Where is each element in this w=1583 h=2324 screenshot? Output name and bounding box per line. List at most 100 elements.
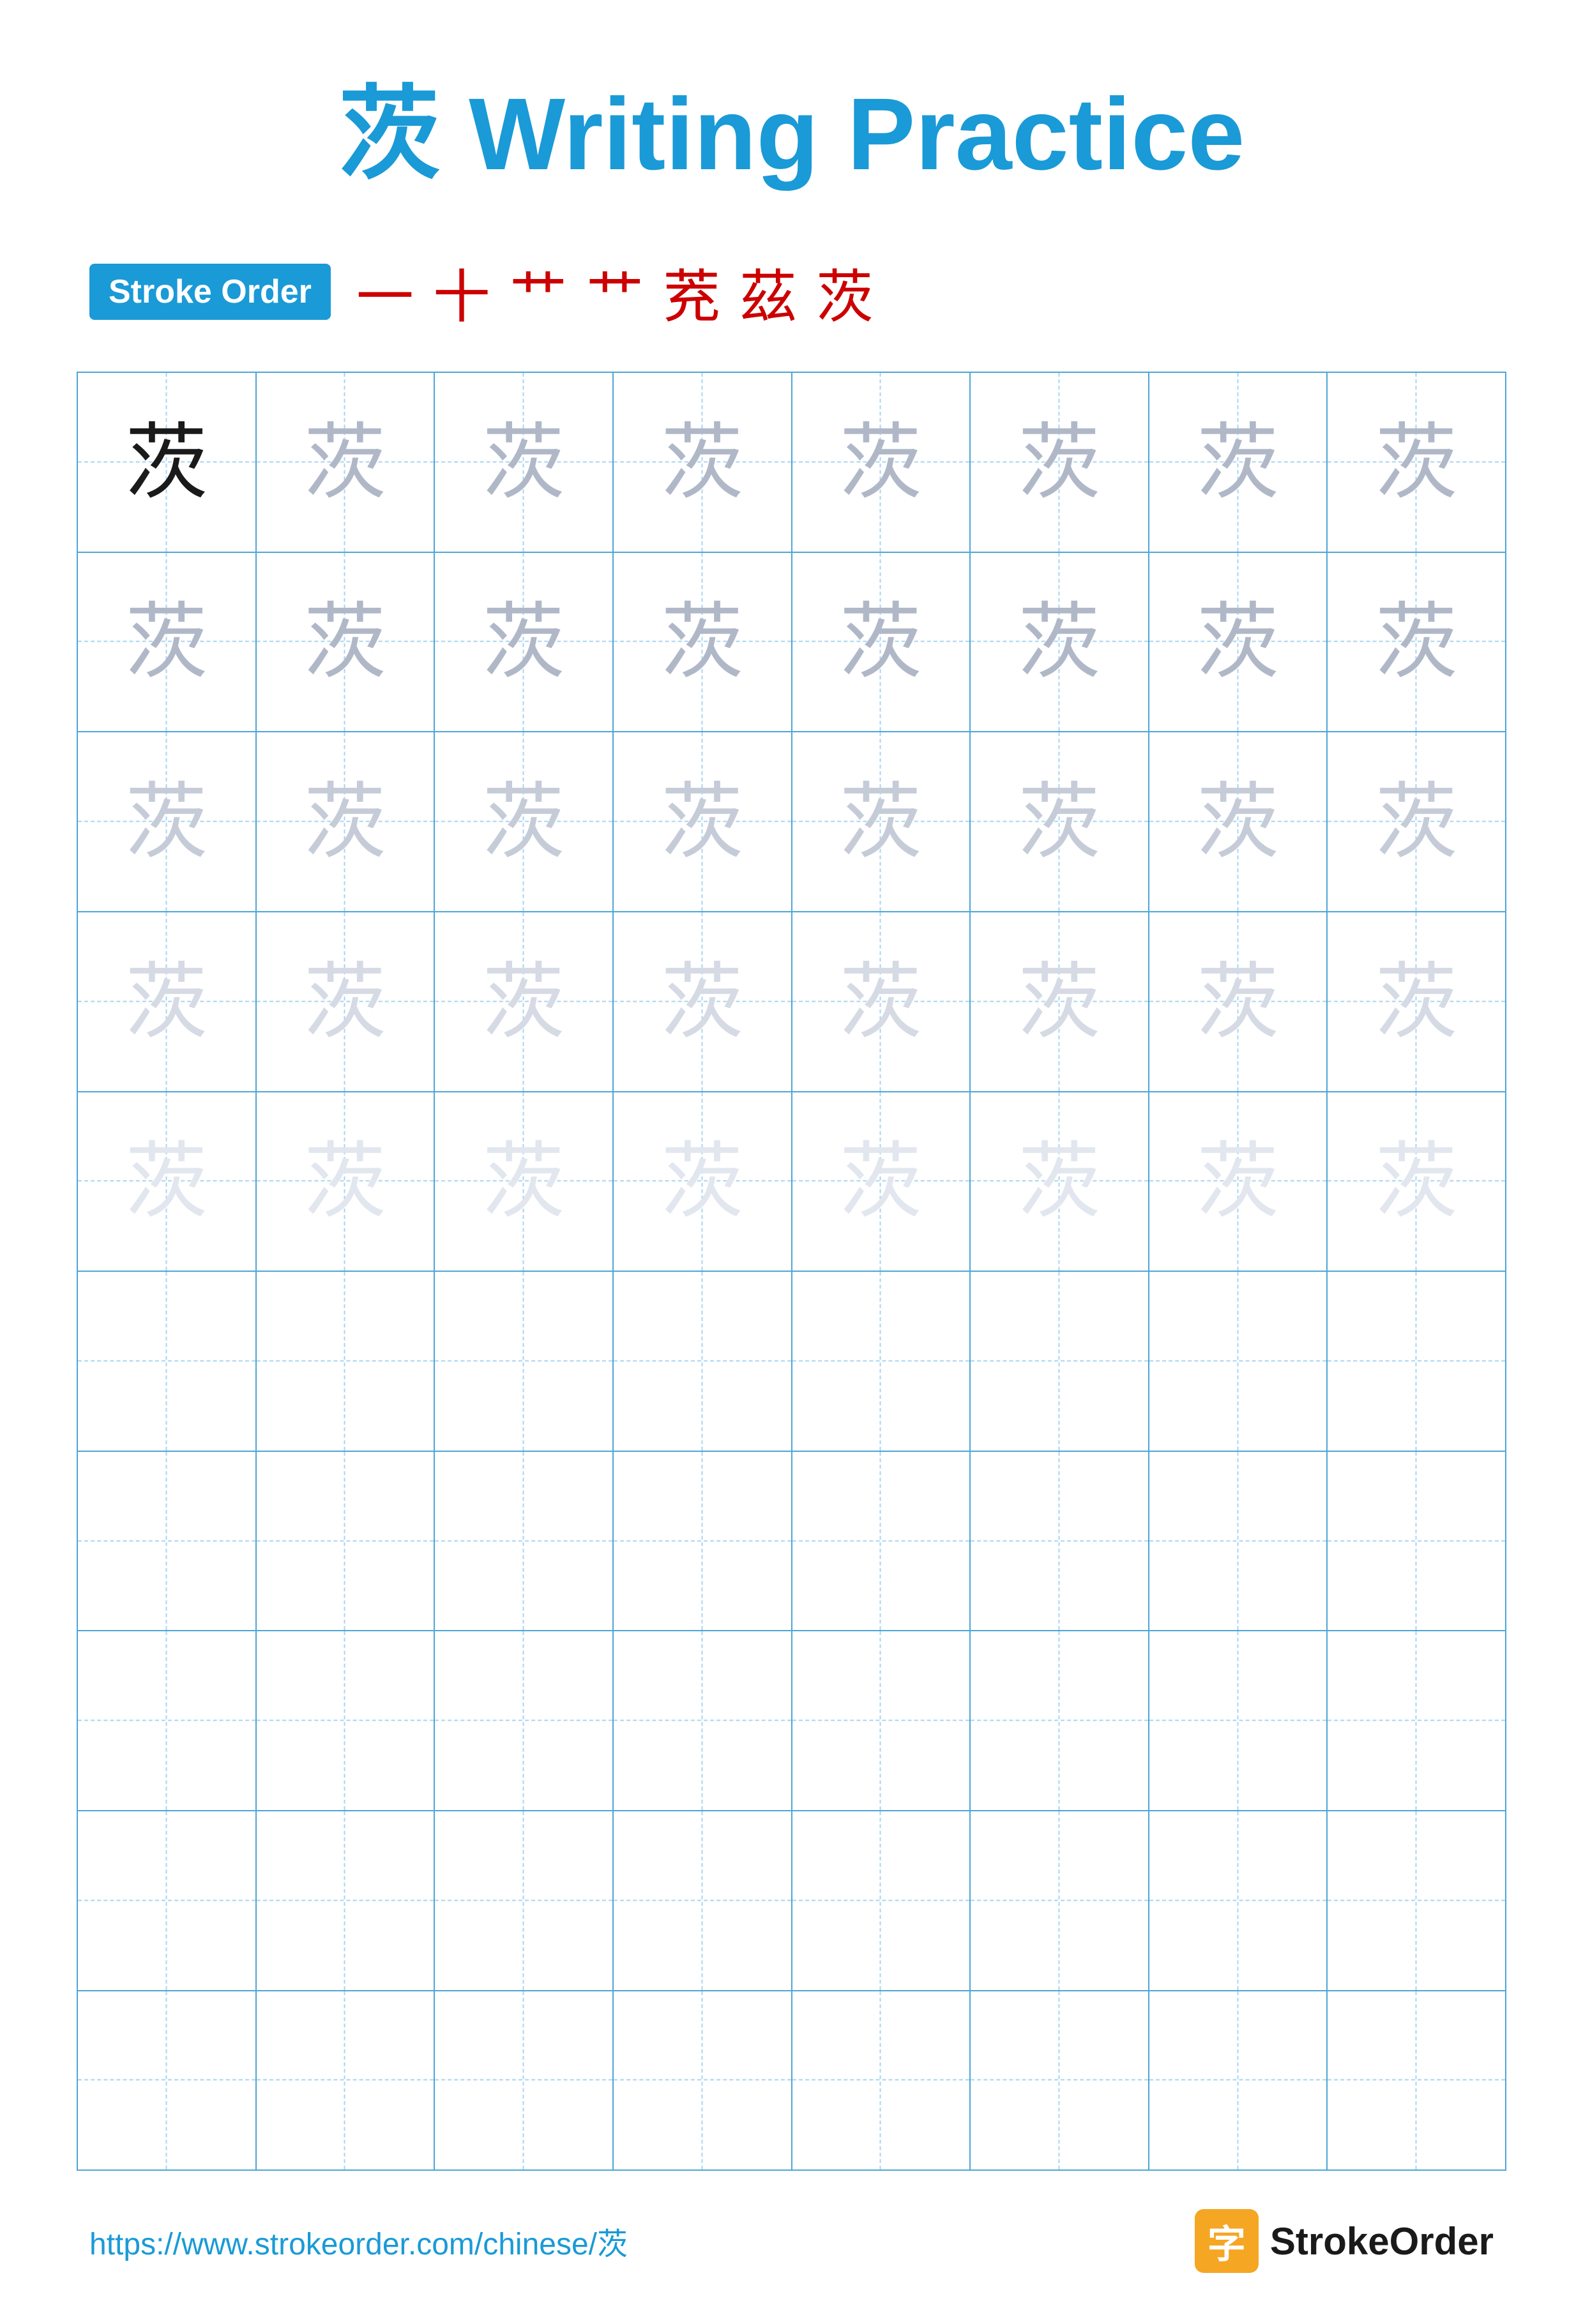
cell-6-2[interactable] bbox=[257, 1272, 436, 1451]
cell-9-2[interactable] bbox=[257, 1811, 436, 1990]
stroke-order-section: Stroke Order 一 十 艹 艹 茺 茲 茨 bbox=[77, 250, 1506, 333]
cell-4-5[interactable]: 茨 bbox=[792, 912, 971, 1091]
cell-3-7[interactable]: 茨 bbox=[1149, 732, 1328, 911]
cell-1-6[interactable]: 茨 bbox=[971, 373, 1149, 552]
cell-2-8[interactable]: 茨 bbox=[1328, 553, 1505, 732]
char-display: 茨 bbox=[482, 960, 565, 1043]
cell-1-8[interactable]: 茨 bbox=[1328, 373, 1505, 552]
cell-6-6[interactable] bbox=[971, 1272, 1149, 1451]
cell-3-1[interactable]: 茨 bbox=[78, 732, 257, 911]
stroke-1: 一 bbox=[356, 250, 414, 333]
cell-5-5[interactable]: 茨 bbox=[792, 1092, 971, 1271]
char-display: 茨 bbox=[125, 780, 208, 863]
cell-7-3[interactable] bbox=[435, 1452, 614, 1631]
cell-10-3[interactable] bbox=[435, 1991, 614, 2170]
cell-4-4[interactable]: 茨 bbox=[614, 912, 792, 1091]
cell-7-2[interactable] bbox=[257, 1452, 436, 1631]
cell-3-8[interactable]: 茨 bbox=[1328, 732, 1505, 911]
cell-10-6[interactable] bbox=[971, 1991, 1149, 2170]
cell-2-6[interactable]: 茨 bbox=[971, 553, 1149, 732]
cell-2-2[interactable]: 茨 bbox=[257, 553, 436, 732]
cell-8-7[interactable] bbox=[1149, 1631, 1328, 1810]
cell-4-6[interactable]: 茨 bbox=[971, 912, 1149, 1091]
cell-7-4[interactable] bbox=[614, 1452, 792, 1631]
cell-1-4[interactable]: 茨 bbox=[614, 373, 792, 552]
cell-9-1[interactable] bbox=[78, 1811, 257, 1990]
cell-6-4[interactable] bbox=[614, 1272, 792, 1451]
cell-8-2[interactable] bbox=[257, 1631, 436, 1810]
cell-6-7[interactable] bbox=[1149, 1272, 1328, 1451]
cell-6-8[interactable] bbox=[1328, 1272, 1505, 1451]
stroke-4: 艹 bbox=[586, 250, 644, 333]
char-display: 茨 bbox=[482, 1140, 565, 1223]
cell-10-8[interactable] bbox=[1328, 1991, 1505, 2170]
cell-3-2[interactable]: 茨 bbox=[257, 732, 436, 911]
cell-4-1[interactable]: 茨 bbox=[78, 912, 257, 1091]
cell-4-7[interactable]: 茨 bbox=[1149, 912, 1328, 1091]
cell-7-1[interactable] bbox=[78, 1452, 257, 1631]
cell-7-7[interactable] bbox=[1149, 1452, 1328, 1631]
cell-3-4[interactable]: 茨 bbox=[614, 732, 792, 911]
char-display: 茨 bbox=[125, 600, 208, 683]
cell-6-5[interactable] bbox=[792, 1272, 971, 1451]
cell-2-7[interactable]: 茨 bbox=[1149, 553, 1328, 732]
cell-5-8[interactable]: 茨 bbox=[1328, 1092, 1505, 1271]
cell-1-1[interactable]: 茨 bbox=[78, 373, 257, 552]
cell-9-4[interactable] bbox=[614, 1811, 792, 1990]
cell-5-2[interactable]: 茨 bbox=[257, 1092, 436, 1271]
stroke-7: 茨 bbox=[816, 250, 874, 333]
cell-1-7[interactable]: 茨 bbox=[1149, 373, 1328, 552]
cell-2-4[interactable]: 茨 bbox=[614, 553, 792, 732]
cell-10-1[interactable] bbox=[78, 1991, 257, 2170]
cell-9-5[interactable] bbox=[792, 1811, 971, 1990]
cell-3-5[interactable]: 茨 bbox=[792, 732, 971, 911]
cell-5-6[interactable]: 茨 bbox=[971, 1092, 1149, 1271]
char-display: 茨 bbox=[1197, 1140, 1280, 1223]
char-display: 茨 bbox=[125, 960, 208, 1043]
cell-8-5[interactable] bbox=[792, 1631, 971, 1810]
char-display: 茨 bbox=[1197, 780, 1280, 863]
cell-8-6[interactable] bbox=[971, 1631, 1149, 1810]
cell-4-8[interactable]: 茨 bbox=[1328, 912, 1505, 1091]
cell-8-3[interactable] bbox=[435, 1631, 614, 1810]
cell-6-3[interactable] bbox=[435, 1272, 614, 1451]
cell-3-3[interactable]: 茨 bbox=[435, 732, 614, 911]
cell-5-1[interactable]: 茨 bbox=[78, 1092, 257, 1271]
cell-8-8[interactable] bbox=[1328, 1631, 1505, 1810]
char-display: 茨 bbox=[1375, 1140, 1458, 1223]
char-display: 茨 bbox=[482, 780, 565, 863]
grid-row-5: 茨 茨 茨 茨 茨 茨 茨 茨 bbox=[78, 1092, 1505, 1272]
char-display: 茨 bbox=[303, 1140, 386, 1223]
cell-5-3[interactable]: 茨 bbox=[435, 1092, 614, 1271]
cell-8-1[interactable] bbox=[78, 1631, 257, 1810]
cell-2-1[interactable]: 茨 bbox=[78, 553, 257, 732]
cell-7-6[interactable] bbox=[971, 1452, 1149, 1631]
cell-9-3[interactable] bbox=[435, 1811, 614, 1990]
cell-1-3[interactable]: 茨 bbox=[435, 373, 614, 552]
cell-4-3[interactable]: 茨 bbox=[435, 912, 614, 1091]
char-display: 茨 bbox=[1018, 960, 1101, 1043]
cell-9-6[interactable] bbox=[971, 1811, 1149, 1990]
cell-1-5[interactable]: 茨 bbox=[792, 373, 971, 552]
cell-9-7[interactable] bbox=[1149, 1811, 1328, 1990]
cell-10-5[interactable] bbox=[792, 1991, 971, 2170]
cell-10-7[interactable] bbox=[1149, 1991, 1328, 2170]
char-display: 茨 bbox=[839, 421, 922, 504]
cell-7-5[interactable] bbox=[792, 1452, 971, 1631]
cell-9-8[interactable] bbox=[1328, 1811, 1505, 1990]
char-display: 茨 bbox=[661, 600, 744, 683]
cell-1-2[interactable]: 茨 bbox=[257, 373, 436, 552]
cell-3-6[interactable]: 茨 bbox=[971, 732, 1149, 911]
cell-10-2[interactable] bbox=[257, 1991, 436, 2170]
char-display: 茨 bbox=[839, 600, 922, 683]
cell-2-3[interactable]: 茨 bbox=[435, 553, 614, 732]
cell-4-2[interactable]: 茨 bbox=[257, 912, 436, 1091]
footer-url: https://www.strokeorder.com/chinese/茨 bbox=[89, 2219, 628, 2263]
cell-10-4[interactable] bbox=[614, 1991, 792, 2170]
cell-8-4[interactable] bbox=[614, 1631, 792, 1810]
cell-6-1[interactable] bbox=[78, 1272, 257, 1451]
cell-7-8[interactable] bbox=[1328, 1452, 1505, 1631]
cell-5-7[interactable]: 茨 bbox=[1149, 1092, 1328, 1271]
cell-5-4[interactable]: 茨 bbox=[614, 1092, 792, 1271]
cell-2-5[interactable]: 茨 bbox=[792, 553, 971, 732]
